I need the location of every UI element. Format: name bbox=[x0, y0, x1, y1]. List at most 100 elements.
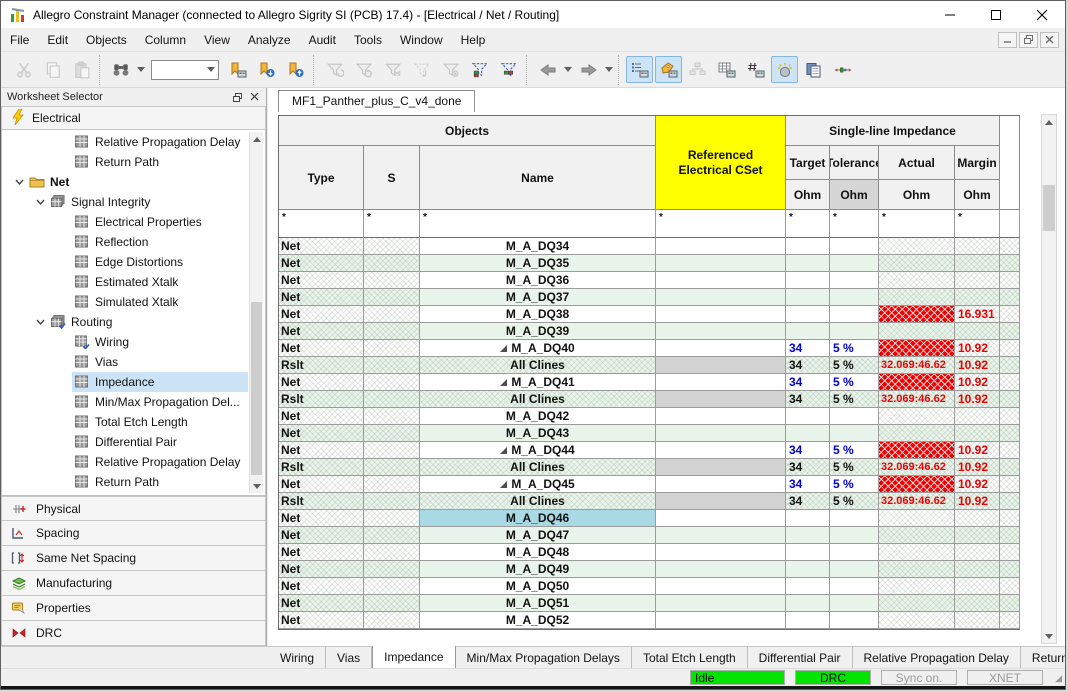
category-properties[interactable]: Properties bbox=[1, 596, 266, 621]
cell-referenced-cset[interactable] bbox=[656, 272, 786, 289]
cell-type[interactable]: Rslt bbox=[279, 391, 364, 408]
worksheet-tab-relative-propagation-delay[interactable]: Relative Propagation Delay bbox=[853, 647, 1021, 668]
cell-referenced-cset[interactable] bbox=[656, 323, 786, 340]
cell-actual[interactable]: 32.069:46.62 bbox=[879, 459, 955, 476]
cell-margin[interactable] bbox=[955, 272, 1000, 289]
cell-margin[interactable] bbox=[955, 289, 1000, 306]
cell-name[interactable]: M_A_DQ49 bbox=[420, 561, 656, 578]
cell-tolerance[interactable] bbox=[830, 272, 879, 289]
cell-target[interactable] bbox=[786, 289, 830, 306]
tree-item-wiring[interactable]: Wiring bbox=[4, 332, 248, 352]
expand-triangle-icon[interactable] bbox=[500, 481, 507, 488]
cell-target[interactable] bbox=[786, 272, 830, 289]
cell-s[interactable] bbox=[364, 391, 420, 408]
tree-item-vias[interactable]: Vias bbox=[4, 352, 248, 372]
tree-item-total-etch-length[interactable]: Total Etch Length bbox=[4, 412, 248, 432]
cell-tolerance[interactable] bbox=[830, 595, 879, 612]
cell-tolerance[interactable] bbox=[830, 255, 879, 272]
cell-referenced-cset[interactable] bbox=[656, 527, 786, 544]
worksheet-list-icon[interactable] bbox=[626, 56, 653, 83]
tree-item-differential-pair[interactable]: Differential Pair bbox=[4, 432, 248, 452]
category-physical[interactable]: Physical bbox=[1, 496, 266, 521]
cell-tolerance[interactable]: 5 % bbox=[830, 493, 879, 510]
cell-target[interactable]: 34 bbox=[786, 459, 830, 476]
category-drc[interactable]: DRC bbox=[1, 621, 266, 646]
cell-s[interactable] bbox=[364, 561, 420, 578]
chevron-down-icon[interactable] bbox=[14, 179, 24, 185]
cell-s[interactable] bbox=[364, 374, 420, 391]
expand-triangle-icon[interactable] bbox=[500, 447, 507, 454]
menu-objects[interactable]: Objects bbox=[77, 28, 136, 51]
cell-name[interactable]: All Clines bbox=[420, 391, 656, 408]
cell-name[interactable]: M_A_DQ36 bbox=[420, 272, 656, 289]
panel-close-icon[interactable] bbox=[248, 90, 262, 104]
cell-referenced-cset[interactable] bbox=[656, 238, 786, 255]
cell-target[interactable] bbox=[786, 408, 830, 425]
table-view-icon[interactable] bbox=[713, 56, 740, 83]
menu-analyze[interactable]: Analyze bbox=[239, 28, 300, 51]
cell-name[interactable]: M_A_DQ43 bbox=[420, 425, 656, 442]
cell-s[interactable] bbox=[364, 612, 420, 629]
cell-margin[interactable] bbox=[955, 544, 1000, 561]
s-column-header[interactable]: S bbox=[364, 146, 420, 210]
cell-referenced-cset[interactable] bbox=[656, 391, 786, 408]
menu-edit[interactable]: Edit bbox=[38, 28, 77, 51]
cell-margin[interactable]: 10.92 bbox=[955, 391, 1000, 408]
cell-referenced-cset[interactable] bbox=[656, 595, 786, 612]
cell-target[interactable] bbox=[786, 306, 830, 323]
worksheet-tab-wiring[interactable]: Wiring bbox=[269, 647, 326, 668]
cell-margin[interactable]: 10.92 bbox=[955, 357, 1000, 374]
cell-actual[interactable] bbox=[879, 374, 955, 391]
filter-target[interactable]: * bbox=[786, 210, 830, 238]
cell-s[interactable] bbox=[364, 255, 420, 272]
filter-margin[interactable]: * bbox=[955, 210, 1000, 238]
cell-name[interactable]: All Clines bbox=[420, 459, 656, 476]
worksheet-tab-vias[interactable]: Vias bbox=[326, 647, 372, 668]
cell-referenced-cset[interactable] bbox=[656, 544, 786, 561]
cell-tolerance[interactable] bbox=[830, 612, 879, 629]
tree-item-estimated-xtalk[interactable]: Estimated Xtalk bbox=[4, 272, 248, 292]
cell-s[interactable] bbox=[364, 272, 420, 289]
find-icon[interactable] bbox=[107, 56, 134, 83]
cell-margin[interactable] bbox=[955, 323, 1000, 340]
cell-target[interactable]: 34 bbox=[786, 493, 830, 510]
table-scrollbar[interactable] bbox=[1041, 114, 1057, 644]
cell-referenced-cset[interactable] bbox=[656, 425, 786, 442]
tree-item-impedance[interactable]: Impedance bbox=[4, 372, 248, 392]
cell-target[interactable]: 34 bbox=[786, 476, 830, 493]
cell-s[interactable] bbox=[364, 476, 420, 493]
cell-tolerance[interactable]: 5 % bbox=[830, 476, 879, 493]
cell-actual[interactable] bbox=[879, 323, 955, 340]
menu-view[interactable]: View bbox=[195, 28, 239, 51]
online-drc-icon[interactable] bbox=[771, 56, 798, 83]
cell-s[interactable] bbox=[364, 306, 420, 323]
nav-back-icon[interactable] bbox=[534, 56, 561, 83]
sheet-tab[interactable]: MF1_Panther_plus_C_v4_done bbox=[278, 90, 475, 112]
cell-actual[interactable] bbox=[879, 442, 955, 459]
cell-margin[interactable]: 10.92 bbox=[955, 476, 1000, 493]
worksheet-tag-icon[interactable] bbox=[655, 56, 682, 83]
filter-type[interactable]: * bbox=[279, 210, 364, 238]
tree-item-reflection[interactable]: Reflection bbox=[4, 232, 248, 252]
cell-tolerance[interactable]: 5 % bbox=[830, 374, 879, 391]
cell-margin[interactable] bbox=[955, 255, 1000, 272]
cell-type[interactable]: Net bbox=[279, 374, 364, 391]
resize-grip[interactable]: ◢ bbox=[1055, 673, 1062, 684]
category-manufacturing[interactable]: Manufacturing bbox=[1, 571, 266, 596]
cell-type[interactable]: Rslt bbox=[279, 357, 364, 374]
menu-help[interactable]: Help bbox=[452, 28, 495, 51]
cell-name[interactable]: M_A_DQ35 bbox=[420, 255, 656, 272]
worksheet-tab-differential-pair[interactable]: Differential Pair bbox=[748, 647, 853, 668]
category-same-net-spacing[interactable]: Same Net Spacing bbox=[1, 546, 266, 571]
cell-tolerance[interactable]: 5 % bbox=[830, 340, 879, 357]
cell-name[interactable]: M_A_DQ42 bbox=[420, 408, 656, 425]
cell-referenced-cset[interactable] bbox=[656, 340, 786, 357]
cell-s[interactable] bbox=[364, 425, 420, 442]
worksheet-tab-return-path[interactable]: Return Path bbox=[1021, 647, 1066, 668]
cell-s[interactable] bbox=[364, 510, 420, 527]
cell-actual[interactable] bbox=[879, 510, 955, 527]
cell-target[interactable] bbox=[786, 595, 830, 612]
cell-referenced-cset[interactable] bbox=[656, 357, 786, 374]
cell-tolerance[interactable] bbox=[830, 238, 879, 255]
tree-item-return-path[interactable]: Return Path bbox=[4, 152, 248, 172]
